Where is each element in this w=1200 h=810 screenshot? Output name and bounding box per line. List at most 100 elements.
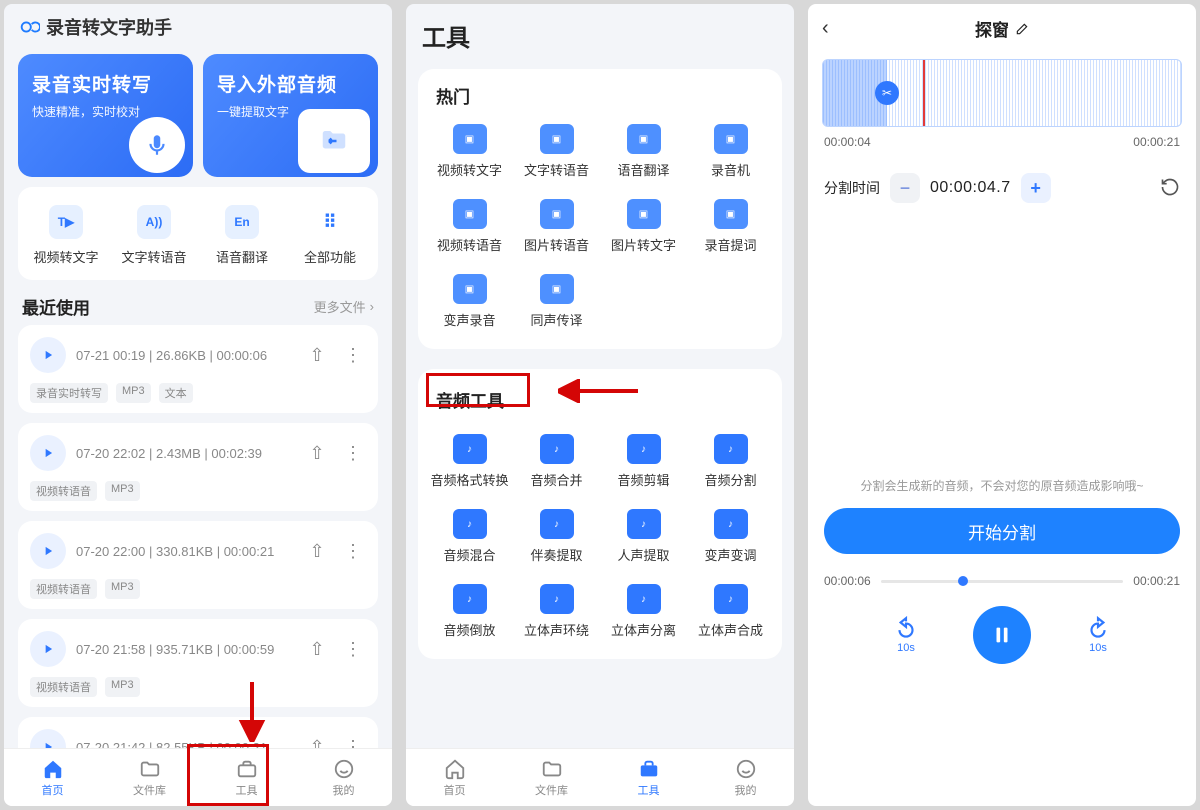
quick-video-to-text[interactable]: T▶视频转文字 — [22, 205, 110, 266]
tab-library[interactable]: 文件库 — [101, 749, 198, 806]
file-item[interactable]: 07-20 22:00 | 330.81KB | 00:00:21 ⇧ ⋮ 视频… — [18, 521, 378, 609]
tool-label: 变声录音 — [426, 310, 513, 329]
play-button[interactable] — [30, 337, 66, 373]
tool-label: 音频剪辑 — [600, 470, 687, 489]
file-item[interactable]: 07-20 21:58 | 935.71KB | 00:00:59 ⇧ ⋮ 视频… — [18, 619, 378, 707]
app-title: 录音转文字助手 — [46, 14, 172, 40]
more-icon[interactable]: ⋮ — [340, 345, 366, 366]
file-item[interactable]: 07-20 22:02 | 2.43MB | 00:02:39 ⇧ ⋮ 视频转语… — [18, 423, 378, 511]
start-split-button[interactable]: 开始分割 — [824, 508, 1180, 554]
panel-audio-split: ‹ 探窗 ✂ 00:00:04 00:00:21 分割时间 − 00:00:04… — [808, 4, 1196, 806]
play-button[interactable] — [30, 631, 66, 667]
tool-item[interactable]: ▣视频转语音 — [426, 191, 513, 266]
text-speech-icon: A)) — [137, 205, 171, 239]
file-list: 07-21 00:19 | 26.86KB | 00:00:06 ⇧ ⋮ 录音实… — [4, 325, 392, 748]
app-header: 录音转文字助手 — [4, 4, 392, 44]
tool-item[interactable]: ♪伴奏提取 — [513, 501, 600, 576]
tool-item[interactable]: ♪人声提取 — [600, 501, 687, 576]
tool-item[interactable]: ♪立体声环绕 — [513, 576, 600, 651]
tool-icon: ♪ — [627, 509, 661, 539]
tab-mine[interactable]: 我的 — [295, 749, 392, 806]
share-icon[interactable]: ⇧ — [304, 541, 330, 562]
tool-item[interactable]: ▣同声传译 — [513, 266, 600, 341]
scissors-handle-icon[interactable]: ✂ — [875, 81, 899, 105]
tool-icon: ▣ — [540, 124, 574, 154]
tab-home[interactable]: 首页 — [4, 749, 101, 806]
quick-actions: T▶视频转文字 A))文字转语音 En语音翻译 ⠿全部功能 — [18, 187, 378, 280]
increment-button[interactable]: + — [1021, 173, 1051, 203]
tool-item[interactable]: ♪音频格式转换 — [426, 426, 513, 501]
share-icon[interactable]: ⇧ — [304, 639, 330, 660]
tool-item[interactable]: ♪音频剪辑 — [600, 426, 687, 501]
tab-tools[interactable]: 工具 — [600, 749, 697, 806]
quick-text-to-speech[interactable]: A))文字转语音 — [110, 205, 198, 266]
tool-item[interactable]: ♪音频合并 — [513, 426, 600, 501]
tool-icon: ▣ — [453, 274, 487, 304]
tool-label: 语音翻译 — [600, 160, 687, 179]
tool-item[interactable]: ▣录音机 — [687, 116, 774, 191]
tool-item[interactable]: ♪立体声分离 — [600, 576, 687, 651]
more-files-link[interactable]: 更多文件› — [314, 297, 374, 316]
time-start: 00:00:04 — [824, 135, 871, 149]
file-item[interactable]: 07-20 21:42 | 82.55KB | 00:00:21 ⇧ ⋮ 录音机… — [18, 717, 378, 748]
panel-tools: 工具 热门 ▣视频转文字▣文字转语音▣语音翻译▣录音机▣视频转语音▣图片转语音▣… — [406, 4, 794, 806]
quick-all-features[interactable]: ⠿全部功能 — [286, 205, 374, 266]
file-item[interactable]: 07-21 00:19 | 26.86KB | 00:00:06 ⇧ ⋮ 录音实… — [18, 325, 378, 413]
play-button[interactable] — [30, 435, 66, 471]
tab-home[interactable]: 首页 — [406, 749, 503, 806]
tool-item[interactable]: ▣图片转语音 — [513, 191, 600, 266]
forward-10s-button[interactable]: 10s — [1083, 616, 1113, 654]
tool-item[interactable]: ▣语音翻译 — [600, 116, 687, 191]
card-import-audio[interactable]: 导入外部音频 一键提取文字 — [203, 54, 378, 177]
chevron-right-icon: › — [370, 299, 374, 314]
tool-icon: ♪ — [714, 434, 748, 464]
tab-mine[interactable]: 我的 — [697, 749, 794, 806]
time-end: 00:00:21 — [1133, 135, 1180, 149]
more-icon[interactable]: ⋮ — [340, 737, 366, 749]
tool-item[interactable]: ♪立体声合成 — [687, 576, 774, 651]
quick-voice-translate[interactable]: En语音翻译 — [198, 205, 286, 266]
tool-item[interactable]: ♪变声变调 — [687, 501, 774, 576]
waveform[interactable]: ✂ — [822, 59, 1182, 127]
back-button[interactable]: ‹ — [822, 17, 829, 40]
tool-label: 立体声合成 — [687, 620, 774, 639]
tab-library[interactable]: 文件库 — [503, 749, 600, 806]
more-icon[interactable]: ⋮ — [340, 639, 366, 660]
toolbox-icon — [638, 758, 660, 780]
pause-button[interactable] — [973, 606, 1031, 664]
tool-label: 图片转语音 — [513, 235, 600, 254]
file-meta: 07-20 21:42 | 82.55KB | 00:00:21 — [76, 740, 294, 749]
tool-item[interactable]: ▣录音提词 — [687, 191, 774, 266]
tool-item[interactable]: ▣图片转文字 — [600, 191, 687, 266]
decrement-button[interactable]: − — [890, 173, 920, 203]
tool-item[interactable]: ▣ 变声录音 — [426, 266, 513, 341]
tool-item[interactable]: ♪音频混合 — [426, 501, 513, 576]
rewind-10s-button[interactable]: 10s — [891, 616, 921, 654]
tool-item[interactable]: ♪音频倒放 — [426, 576, 513, 651]
play-button[interactable] — [30, 729, 66, 748]
video-text-icon: T▶ — [49, 205, 83, 239]
more-icon[interactable]: ⋮ — [340, 443, 366, 464]
tool-icon: ▣ — [627, 199, 661, 229]
card-record-realtime[interactable]: 录音实时转写 快速精准，实时校对 — [18, 54, 193, 177]
play-button[interactable] — [30, 533, 66, 569]
tool-item[interactable]: ▣文字转语音 — [513, 116, 600, 191]
file-meta: 07-20 21:58 | 935.71KB | 00:00:59 — [76, 642, 294, 657]
reset-icon[interactable] — [1160, 177, 1180, 200]
tool-label: 视频转文字 — [426, 160, 513, 179]
tab-tools[interactable]: 工具 — [198, 749, 295, 806]
tool-item[interactable]: ♪音频分割 — [687, 426, 774, 501]
playhead-cursor[interactable] — [923, 60, 925, 126]
tool-item[interactable]: ▣视频转文字 — [426, 116, 513, 191]
edit-icon[interactable] — [1015, 22, 1029, 36]
share-icon[interactable]: ⇧ — [304, 345, 330, 366]
tool-label: 同声传译 — [513, 310, 600, 329]
folder-icon — [541, 758, 563, 780]
progress-thumb[interactable] — [958, 576, 968, 586]
page-title: 工具 — [406, 4, 794, 59]
progress-bar[interactable] — [881, 580, 1124, 583]
share-icon[interactable]: ⇧ — [304, 443, 330, 464]
share-icon[interactable]: ⇧ — [304, 737, 330, 749]
more-icon[interactable]: ⋮ — [340, 541, 366, 562]
tool-icon: ♪ — [540, 434, 574, 464]
